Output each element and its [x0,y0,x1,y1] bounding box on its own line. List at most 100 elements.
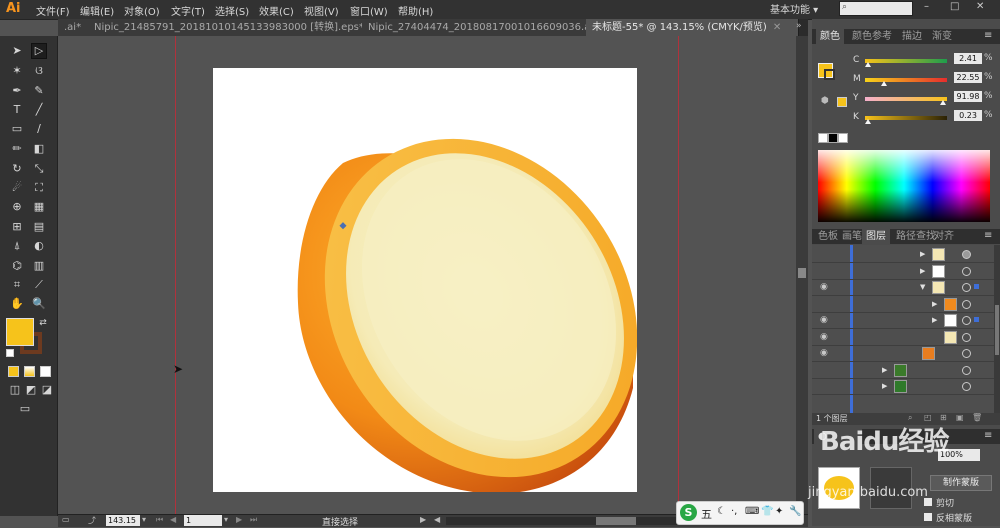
line-tool-icon[interactable]: ╱ [32,103,46,117]
chart-tool-icon[interactable]: ▦ [32,200,46,214]
tab-stroke[interactable]: 描边 [898,29,926,44]
menu-select[interactable]: 选择(S) [215,3,249,18]
column-graph-tool-icon[interactable]: ▥ [32,259,46,273]
direct-selection-tool-icon[interactable]: ▷ [31,43,47,59]
ime-punct-icon[interactable]: ·, [731,506,737,517]
none-mode-icon[interactable] [40,366,51,377]
lock-toggle[interactable] [836,313,846,327]
tab-color-guide[interactable]: 颜色参考 [848,29,896,44]
rectangle-tool-icon[interactable]: ▭ [10,122,24,136]
eraser-tool-icon[interactable]: ◧ [32,142,46,156]
tab-color[interactable]: 颜色 [816,29,844,44]
pen-tool-icon[interactable]: ✒ [10,84,24,98]
make-mask-button[interactable]: 制作蒙版 [930,475,992,491]
tab-doc-2[interactable]: Nipic_21485791_20181010145133983000 [转换]… [88,19,378,36]
lock-toggle[interactable] [836,280,846,294]
ime-keyboard-icon[interactable]: ⌨ [745,506,759,517]
gradient-tool-icon[interactable]: ▤ [32,220,46,234]
ime-logo-icon[interactable]: S [680,504,697,521]
last-artboard-icon[interactable]: ⏭ [250,515,257,525]
menu-effect[interactable]: 效果(C) [259,3,294,18]
yellow-slider-thumb[interactable] [940,100,946,105]
ime-tool-icon[interactable]: ✦ [775,506,783,517]
zoom-tool-icon[interactable]: 🔍 [32,297,46,311]
export-icon[interactable]: ⤴ [88,515,96,526]
layers-scrollbar[interactable] [994,245,1000,413]
tabs-overflow-icon[interactable]: » [796,21,802,31]
visibility-eye-icon[interactable]: ◉ [820,315,828,325]
layer-row[interactable]: ▶ [812,297,994,313]
pencil-tool-icon[interactable]: ✏ [10,142,24,156]
menu-file[interactable]: 文件(F) [36,3,70,18]
layer-row[interactable]: ▶ [812,363,994,379]
gamut-swatch[interactable] [837,97,847,107]
out-of-gamut-icon[interactable]: ⬢ [821,96,829,106]
expand-triangle-icon[interactable]: ▶ [882,366,887,374]
draw-normal-icon[interactable]: ◫ [8,383,22,397]
target-circle-icon[interactable] [962,316,971,325]
visibility-eye-icon[interactable]: ◉ [820,282,828,292]
draw-behind-icon[interactable]: ◩ [24,383,38,397]
ime-wrench-icon[interactable]: 🔧 [789,506,801,517]
mesh-tool-icon[interactable]: ⊞ [10,220,24,234]
rotate-tool-icon[interactable]: ↻ [10,162,24,176]
lock-toggle[interactable] [836,297,846,311]
menu-type[interactable]: 文字(T) [171,3,205,18]
tab-doc-active[interactable]: 未标题-55* @ 143.15% (CMYK/预览) ✕ [586,19,799,36]
color-spectrum[interactable] [818,150,990,222]
cyan-value[interactable]: 2.41 [954,53,982,64]
panel-menu-icon[interactable]: ≡ [984,430,992,441]
scroll-left-icon[interactable]: ◀ [434,515,440,524]
default-colors-icon[interactable] [6,349,14,357]
yellow-slider[interactable] [865,97,947,101]
panel-menu-icon[interactable]: ≡ [984,30,992,41]
color-stroke-swatch[interactable] [824,69,835,80]
layer-row[interactable]: ▶ [812,264,994,280]
zoom-field[interactable]: 143.15 [106,515,140,526]
tab-gradient[interactable]: 渐变 [928,29,956,44]
warp-tool-icon[interactable]: ☄ [10,181,24,195]
maximize-button[interactable]: □ [950,1,959,12]
scale-tool-icon[interactable]: ⤡ [32,162,46,176]
tab-doc-3[interactable]: Nipic_27404474_20180817001016609036.ai*✕ [362,19,613,36]
black-slider-thumb[interactable] [865,119,871,124]
visibility-eye-icon[interactable]: ◉ [820,332,828,342]
lasso-tool-icon[interactable]: ଓ [32,64,46,78]
selection-indicator[interactable] [974,317,979,322]
expand-triangle-icon[interactable]: ▶ [882,382,887,390]
black-swatch[interactable] [828,133,838,143]
target-circle-icon[interactable] [962,266,971,276]
expand-triangle-icon[interactable]: ▶ [920,267,925,275]
orange-illustration[interactable] [213,68,638,494]
layer-row[interactable]: ◉ ▶ [812,313,994,329]
cyan-slider-thumb[interactable] [865,62,871,67]
layer-row[interactable]: ◉ [812,346,994,362]
artboard-number-field[interactable]: 1 [184,515,222,526]
ime-skin-icon[interactable]: 👕 [761,506,773,517]
canvas-vertical-scrollbar[interactable] [796,36,808,514]
fill-swatch[interactable] [6,318,34,346]
collapse-triangle-icon[interactable]: ▼ [920,283,925,291]
paintbrush-tool-icon[interactable]: ∕ [32,122,46,136]
symbol-sprayer-tool-icon[interactable]: ⌬ [10,259,24,273]
artboard[interactable] [213,68,638,494]
none-swatch[interactable] [818,133,828,143]
tab-layers[interactable]: 图层 [862,229,890,244]
visibility-eye-icon[interactable]: ◉ [820,348,828,358]
close-icon[interactable]: ✕ [773,22,781,33]
workspace-switcher[interactable]: 基本功能 ▾ [770,1,818,16]
target-circle-icon[interactable] [962,332,971,342]
new-layer-icon[interactable]: ▣ [956,413,964,422]
selection-tool-icon[interactable]: ➤ [10,44,24,58]
slice-tool-icon[interactable]: ⟋ [32,278,46,292]
black-slider[interactable] [865,116,947,120]
lock-toggle[interactable] [836,379,846,393]
menu-help[interactable]: 帮助(H) [398,3,433,18]
menu-view[interactable]: 视图(V) [304,3,339,18]
artboard-dropdown-icon[interactable]: ▾ [224,515,228,524]
expand-triangle-icon[interactable]: ▶ [932,300,937,308]
search-input[interactable]: ⌕ [839,1,913,16]
scroll-thumb[interactable] [995,305,999,355]
lock-toggle[interactable] [836,264,846,278]
screen-mode-icon[interactable]: ▭ [18,402,32,416]
